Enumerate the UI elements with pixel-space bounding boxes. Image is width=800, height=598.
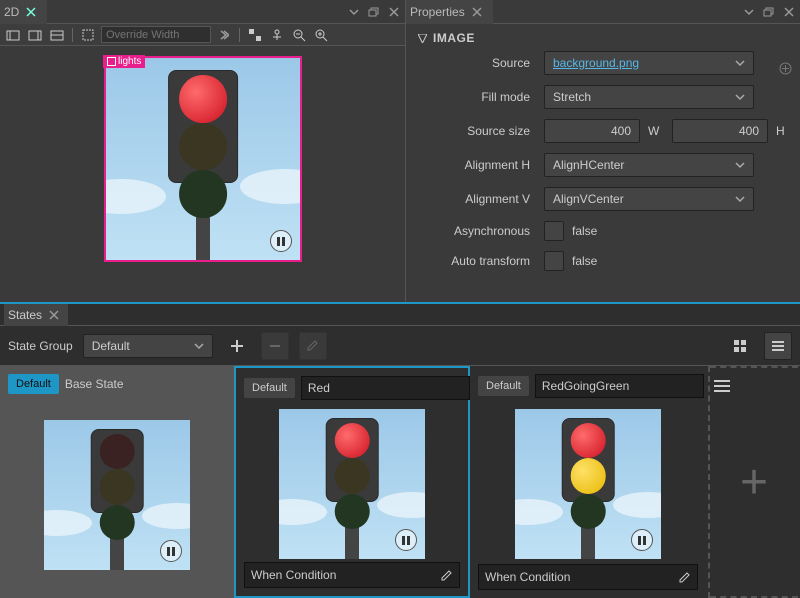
restore-window-icon[interactable] bbox=[365, 3, 383, 21]
prop-alignh-dropdown[interactable]: AlignHCenter bbox=[544, 153, 754, 177]
prop-source-label: Source bbox=[414, 56, 544, 70]
prop-source-value: background.png bbox=[553, 56, 639, 70]
prop-fillmode-value: Stretch bbox=[553, 90, 591, 104]
edit-icon[interactable] bbox=[678, 571, 691, 584]
chevron-down-icon bbox=[735, 160, 745, 170]
chevron-down-icon[interactable] bbox=[740, 3, 758, 21]
prop-async-label: Asynchronous bbox=[414, 224, 544, 238]
traffic-light-scene bbox=[106, 58, 300, 260]
zoom-in-icon[interactable] bbox=[312, 26, 330, 44]
state-group-dropdown[interactable]: Default bbox=[83, 334, 213, 358]
grid-view-button[interactable] bbox=[726, 332, 754, 360]
restore-window-icon[interactable] bbox=[760, 3, 778, 21]
prop-autotransform-value: false bbox=[572, 254, 597, 268]
remove-state-button[interactable] bbox=[261, 332, 289, 360]
tab-2d[interactable]: 2D bbox=[0, 0, 47, 24]
tab-properties[interactable]: Properties bbox=[406, 0, 493, 24]
prop-alignv-value: AlignVCenter bbox=[553, 192, 624, 206]
state-group-value: Default bbox=[92, 339, 130, 353]
prop-width-input[interactable] bbox=[544, 119, 640, 143]
state-card-base[interactable]: Default Base State bbox=[0, 366, 234, 598]
chevron-down-icon[interactable] bbox=[345, 3, 363, 21]
edit-icon[interactable] bbox=[440, 569, 453, 582]
add-property-icon[interactable] bbox=[779, 62, 792, 75]
close-panel-icon[interactable] bbox=[385, 3, 403, 21]
chevron-down-icon bbox=[735, 58, 745, 68]
design-toolbar bbox=[0, 24, 405, 46]
prop-sourcesize-label: Source size bbox=[414, 124, 544, 138]
override-width-input[interactable] bbox=[101, 26, 211, 43]
state-name-input[interactable] bbox=[301, 376, 470, 400]
design-tab-bar: 2D bbox=[0, 0, 405, 24]
zoom-out-icon[interactable] bbox=[290, 26, 308, 44]
when-condition-label: When Condition bbox=[251, 568, 336, 582]
chevron-down-icon bbox=[735, 92, 745, 102]
pause-icon[interactable] bbox=[395, 529, 417, 551]
prop-source-dropdown[interactable]: background.png bbox=[544, 51, 754, 75]
view-reset-icon[interactable] bbox=[4, 26, 22, 44]
state-thumbnail bbox=[515, 409, 661, 559]
prop-alignh-value: AlignHCenter bbox=[553, 158, 624, 172]
chevron-down-icon bbox=[735, 194, 745, 204]
prop-autotransform-checkbox[interactable] bbox=[544, 251, 564, 271]
base-state-name: Base State bbox=[65, 377, 124, 391]
chevron-down-icon bbox=[194, 341, 204, 351]
states-tab-bar: States bbox=[0, 304, 800, 326]
prop-fillmode-dropdown[interactable]: Stretch bbox=[544, 85, 754, 109]
when-condition-row[interactable]: When Condition bbox=[244, 562, 460, 588]
collapse-icon[interactable] bbox=[418, 34, 427, 43]
plus-icon: + bbox=[740, 455, 768, 510]
properties-tab-bar: Properties bbox=[406, 0, 800, 24]
bounding-box-icon[interactable] bbox=[79, 26, 97, 44]
state-default-badge[interactable]: Default bbox=[244, 378, 295, 398]
close-icon[interactable] bbox=[23, 4, 39, 20]
anchor-icon[interactable] bbox=[268, 26, 286, 44]
prop-alignh-label: Alignment H bbox=[414, 158, 544, 172]
width-suffix: W bbox=[648, 124, 664, 138]
tab-2d-label: 2D bbox=[4, 5, 19, 19]
state-group-label: State Group bbox=[8, 339, 73, 353]
base-default-badge[interactable]: Default bbox=[8, 374, 59, 394]
add-state-button[interactable] bbox=[223, 332, 251, 360]
states-toolbar: State Group Default bbox=[0, 326, 800, 366]
height-suffix: H bbox=[776, 124, 792, 138]
prop-async-value: false bbox=[572, 224, 597, 238]
state-default-badge[interactable]: Default bbox=[478, 376, 529, 396]
prop-height-input[interactable] bbox=[672, 119, 768, 143]
prop-fillmode-label: Fill mode bbox=[414, 90, 544, 104]
view-split-icon[interactable] bbox=[48, 26, 66, 44]
edit-state-button[interactable] bbox=[299, 332, 327, 360]
state-card[interactable]: Default When Condition bbox=[470, 366, 706, 598]
tab-states[interactable]: States bbox=[4, 304, 68, 326]
pause-icon[interactable] bbox=[160, 540, 182, 562]
view-outline-icon[interactable] bbox=[26, 26, 44, 44]
tab-states-label: States bbox=[8, 308, 42, 322]
pause-icon[interactable] bbox=[270, 230, 292, 252]
prop-async-checkbox[interactable] bbox=[544, 221, 564, 241]
close-icon[interactable] bbox=[469, 4, 485, 20]
canvas-area[interactable]: lights bbox=[0, 46, 405, 302]
state-card[interactable]: Default When Condition bbox=[234, 366, 470, 598]
state-name-input[interactable] bbox=[535, 374, 704, 398]
when-condition-label: When Condition bbox=[485, 570, 570, 584]
selection-label: lights bbox=[103, 55, 145, 68]
prop-autotransform-label: Auto transform bbox=[414, 254, 544, 268]
close-icon[interactable] bbox=[46, 307, 62, 323]
tab-properties-label: Properties bbox=[410, 5, 465, 19]
when-condition-row[interactable]: When Condition bbox=[478, 564, 698, 590]
pause-icon[interactable] bbox=[631, 529, 653, 551]
close-panel-icon[interactable] bbox=[780, 3, 798, 21]
chevron-right-icon[interactable] bbox=[215, 26, 233, 44]
add-state-area[interactable]: + bbox=[708, 366, 798, 598]
state-thumbnail bbox=[279, 409, 425, 559]
prop-alignv-dropdown[interactable]: AlignVCenter bbox=[544, 187, 754, 211]
list-view-button[interactable] bbox=[764, 332, 792, 360]
canvas-selection[interactable]: lights bbox=[104, 56, 302, 262]
snap-icon[interactable] bbox=[246, 26, 264, 44]
properties-section-title: IMAGE bbox=[433, 31, 475, 45]
base-state-thumbnail bbox=[44, 420, 190, 570]
prop-alignv-label: Alignment V bbox=[414, 192, 544, 206]
